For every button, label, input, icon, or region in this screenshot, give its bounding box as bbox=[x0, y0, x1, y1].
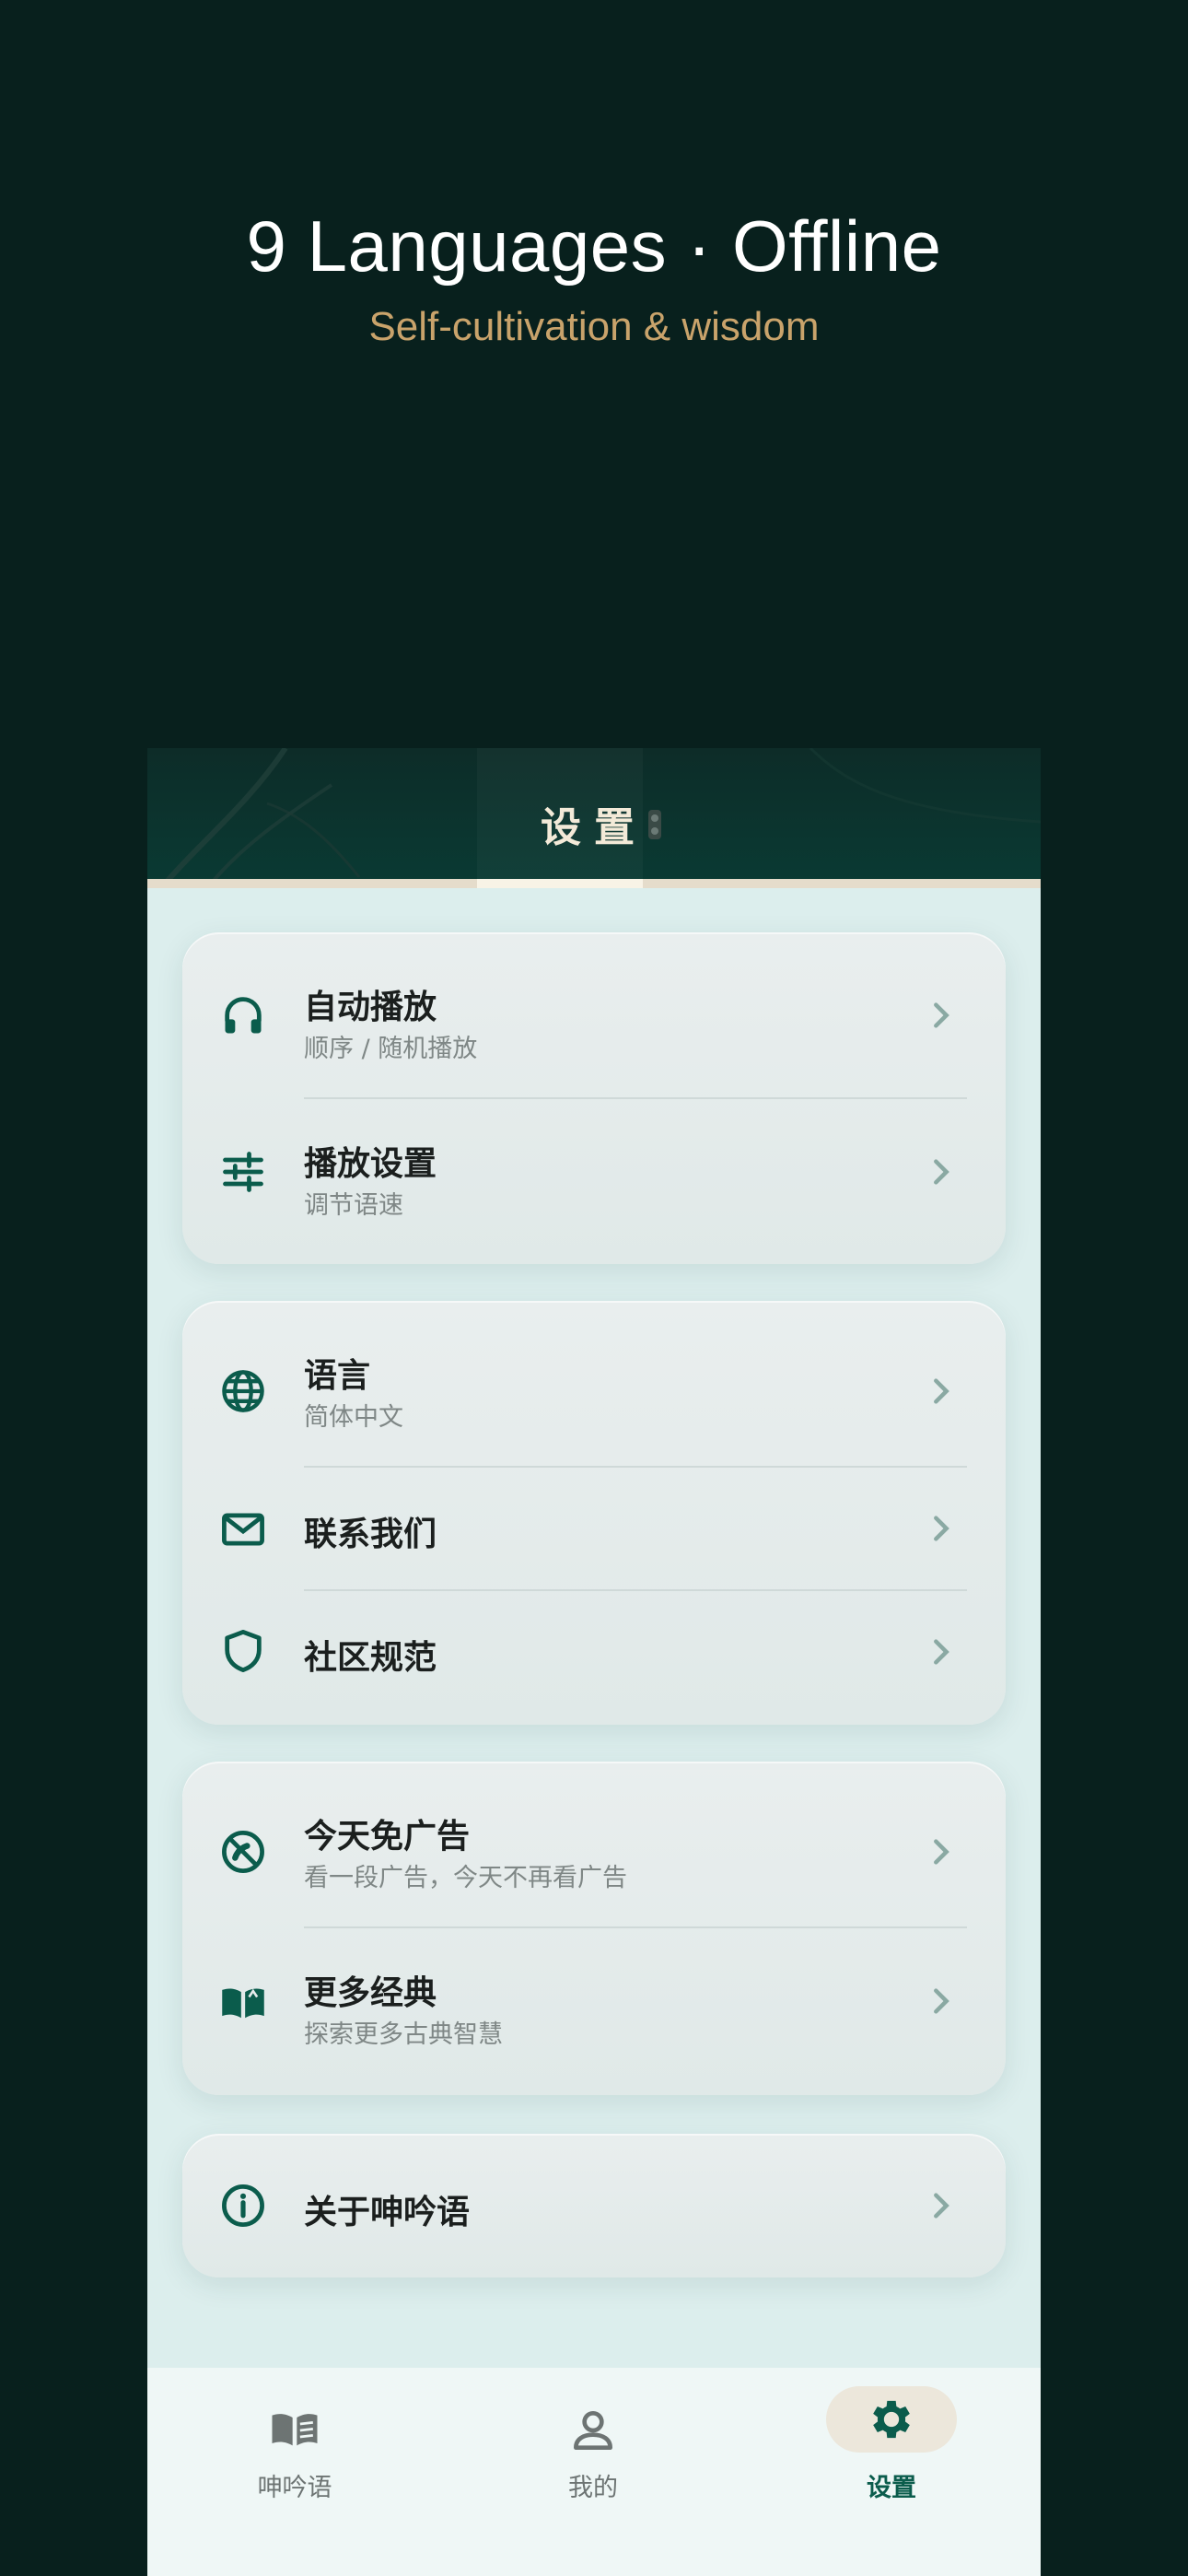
settings-row-title: 语言 bbox=[304, 1357, 371, 1395]
settings-row-autoplay[interactable]: 自动播放 顺序 / 随机播放 bbox=[182, 932, 1006, 1098]
open-book-icon bbox=[222, 1988, 264, 2019]
settings-row-language[interactable]: 语言 简体中文 bbox=[182, 1301, 1006, 1467]
no-ads-icon bbox=[222, 1831, 264, 1873]
chevron-right-icon bbox=[934, 1159, 949, 1185]
settings-row-subtitle: 探索更多古典智慧 bbox=[304, 2020, 503, 2049]
page-title: 设置 bbox=[541, 804, 647, 851]
promo-title: 9 Languages · Offline bbox=[246, 205, 942, 287]
chevron-right-icon bbox=[934, 1988, 949, 2014]
traffic-light-icon bbox=[648, 810, 661, 839]
chevron-right-icon bbox=[934, 2193, 949, 2219]
app-header: 设置 bbox=[147, 748, 1041, 883]
settings-row-title: 更多经典 bbox=[304, 1974, 437, 2012]
shield-icon bbox=[225, 1630, 262, 1672]
person-icon bbox=[574, 2411, 612, 2450]
sliders-icon bbox=[223, 1152, 263, 1192]
mail-icon bbox=[222, 1513, 264, 1546]
tab-label: 设置 bbox=[867, 2474, 916, 2502]
settings-card-about: 关于呻吟语 bbox=[182, 2134, 1006, 2277]
globe-icon bbox=[222, 1370, 264, 1412]
settings-row-about[interactable]: 关于呻吟语 bbox=[182, 2134, 1006, 2277]
settings-row-title: 播放设置 bbox=[304, 1145, 437, 1183]
settings-row-no-ads[interactable]: 今天免广告 看一段广告，今天不再看广告 bbox=[182, 1762, 1006, 1927]
settings-row-playback[interactable]: 播放设置 调节语速 bbox=[182, 1098, 1006, 1264]
settings-card-general: 语言 简体中文 联系我们 社区规范 bbox=[182, 1301, 1006, 1725]
settings-row-title: 联系我们 bbox=[304, 1516, 437, 1553]
settings-row-subtitle: 看一段广告，今天不再看广告 bbox=[304, 1864, 627, 1892]
gear-icon bbox=[873, 2400, 910, 2439]
chevron-right-icon bbox=[934, 1378, 949, 1404]
tab-label: 呻吟语 bbox=[257, 2474, 332, 2502]
headphones-icon bbox=[225, 997, 262, 1034]
settings-row-more-classics[interactable]: 更多经典 探索更多古典智慧 bbox=[182, 1927, 1006, 2095]
chevron-right-icon bbox=[934, 1839, 949, 1865]
settings-row-title: 关于呻吟语 bbox=[304, 2194, 471, 2231]
settings-card-playback: 自动播放 顺序 / 随机播放 播放设置 调节语速 bbox=[182, 932, 1006, 1264]
screenshot-stage: 9 Languages · Offline Self-cultivation &… bbox=[0, 0, 1188, 2576]
settings-row-contact[interactable]: 联系我们 bbox=[182, 1467, 1006, 1590]
tab-settings[interactable]: 设置 bbox=[744, 2368, 1039, 2576]
settings-row-subtitle: 简体中文 bbox=[304, 1403, 403, 1432]
bottom-tab-bar: 呻吟语 我的 设置 bbox=[147, 2368, 1041, 2576]
chevron-right-icon bbox=[934, 1639, 949, 1665]
chevron-right-icon bbox=[934, 1002, 949, 1028]
settings-row-subtitle: 调节语速 bbox=[304, 1191, 403, 1220]
tab-book[interactable]: 呻吟语 bbox=[147, 2368, 442, 2576]
book-icon bbox=[272, 2414, 318, 2446]
header-underline-accent bbox=[477, 879, 643, 888]
tab-label: 我的 bbox=[568, 2474, 618, 2502]
phone-screen: 设置 自动播放 顺序 / 随机播放 播放设置 调节语速 语言 简体中文 联系我们… bbox=[147, 748, 1041, 2576]
promo-subtitle: Self-cultivation & wisdom bbox=[368, 304, 820, 349]
chevron-right-icon bbox=[934, 1516, 949, 1541]
settings-row-subtitle: 顺序 / 随机播放 bbox=[304, 1035, 478, 1063]
info-icon bbox=[222, 2184, 264, 2227]
settings-row-title: 今天免广告 bbox=[304, 1818, 471, 1856]
settings-row-community[interactable]: 社区规范 bbox=[182, 1590, 1006, 1725]
tab-profile[interactable]: 我的 bbox=[446, 2368, 740, 2576]
settings-card-extras: 今天免广告 看一段广告，今天不再看广告 更多经典 探索更多古典智慧 bbox=[182, 1762, 1006, 2095]
settings-row-title: 社区规范 bbox=[304, 1639, 437, 1677]
settings-row-title: 自动播放 bbox=[304, 989, 437, 1026]
